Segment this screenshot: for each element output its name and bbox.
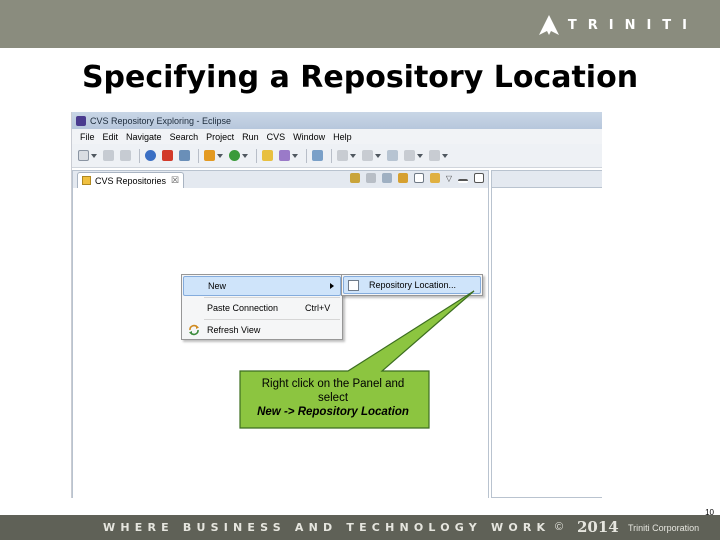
collapse-all-icon[interactable] (413, 173, 424, 183)
wand-icon[interactable] (279, 150, 290, 161)
server-icon[interactable] (179, 150, 190, 161)
menu-search[interactable]: Search (170, 132, 199, 142)
new-dropdown-icon[interactable] (91, 153, 97, 158)
eclipse-icon (76, 115, 86, 126)
debug-icon[interactable] (204, 150, 215, 161)
context-menu: New Paste Connection Ctrl+V Refresh View (181, 274, 343, 340)
window-title: CVS Repository Exploring - Eclipse (90, 115, 232, 126)
task-icon[interactable] (312, 150, 323, 161)
side-panel (491, 170, 602, 498)
add-repository-icon[interactable] (349, 173, 360, 183)
next-annotation-dropdown-icon[interactable] (375, 153, 381, 158)
menu-run[interactable]: Run (242, 132, 259, 142)
new-icon[interactable] (78, 150, 89, 161)
menu-edit[interactable]: Edit (103, 132, 119, 142)
main-toolbar (72, 144, 602, 168)
debug-dropdown-icon[interactable] (217, 153, 223, 158)
annotation-icon[interactable] (337, 150, 348, 161)
refresh-icon[interactable] (397, 173, 408, 183)
run-icon[interactable] (229, 150, 240, 161)
menu-project[interactable]: Project (206, 132, 234, 142)
save-icon[interactable] (103, 150, 114, 161)
link-icon[interactable] (429, 173, 440, 183)
back-icon[interactable] (404, 150, 415, 161)
back-nav-icon[interactable] (381, 173, 392, 183)
callout-line: select (317, 392, 349, 404)
refresh-arrows-icon (189, 324, 199, 336)
menu-bar: File Edit Navigate Search Project Run CV… (72, 129, 602, 144)
maximize-icon[interactable] (474, 173, 484, 183)
annotation-dropdown-icon[interactable] (350, 153, 356, 158)
submenu-new: Repository Location... (341, 274, 483, 296)
menu-navigate[interactable]: Navigate (126, 132, 162, 142)
callout-text: Right click on the Panel and select New … (240, 377, 426, 419)
brand: TRINITI (538, 13, 698, 37)
menu-cvs[interactable]: CVS (267, 132, 286, 142)
toolbar-divider (331, 148, 332, 163)
back-dropdown-icon[interactable] (417, 153, 423, 158)
callout-instruction: New -> Repository Location (257, 406, 409, 418)
menu-help[interactable]: Help (333, 132, 352, 142)
submenu-arrow-icon (330, 283, 334, 289)
forward-dropdown-icon[interactable] (442, 153, 448, 158)
menu-item-refresh-view[interactable]: Refresh View (183, 320, 341, 340)
minimize-icon[interactable] (458, 179, 468, 183)
view-toolbar: ▽ (344, 173, 484, 183)
header-bar: TRINITI (0, 0, 720, 48)
view-menu-icon[interactable]: ▽ (446, 174, 452, 183)
footer-tagline: WHERE BUSINESS AND TECHNOLOGY WORK (103, 521, 551, 534)
slide-title: Specifying a Repository Location (81, 60, 639, 95)
footer-company: Triniti Corporation (628, 523, 700, 533)
menu-item-new[interactable]: New (183, 276, 341, 296)
menu-item-label: Paste Connection (207, 303, 279, 313)
copyright-symbol: © (555, 521, 564, 533)
forward-icon[interactable] (429, 150, 440, 161)
menu-item-label: Repository Location... (369, 280, 457, 290)
toolbar-divider (306, 148, 307, 163)
menu-file[interactable]: File (80, 132, 95, 142)
callout-line: Right click on the Panel and (261, 378, 405, 390)
menu-item-repository-location[interactable]: Repository Location... (343, 276, 481, 294)
brand-name: TRINITI (567, 17, 698, 33)
globe-icon[interactable] (145, 150, 156, 161)
side-panel-header (491, 170, 602, 188)
triniti-logo-icon (538, 15, 559, 35)
menu-window[interactable]: Window (293, 132, 325, 142)
package-icon[interactable] (162, 150, 173, 161)
print-icon[interactable] (120, 150, 131, 161)
close-icon[interactable]: ☒ (171, 175, 179, 186)
view-tab-bar: CVS Repositories ☒ ▽ (72, 170, 489, 188)
last-edit-icon[interactable] (387, 150, 398, 161)
next-annotation-icon[interactable] (362, 150, 373, 161)
menu-item-shortcut: Ctrl+V (305, 303, 331, 313)
footer-year: 2014 (577, 518, 619, 536)
cvs-repositories-panel[interactable] (72, 188, 489, 498)
open-folder-icon[interactable] (262, 150, 273, 161)
toolbar-divider (256, 148, 257, 163)
tab-label: CVS Repositories (95, 175, 167, 186)
repository-location-icon (348, 280, 359, 291)
toolbar-divider (139, 148, 140, 163)
menu-item-paste-connection[interactable]: Paste Connection Ctrl+V (183, 298, 341, 318)
window-title-bar: CVS Repository Exploring - Eclipse (72, 112, 602, 129)
repository-icon (82, 176, 91, 185)
home-icon[interactable] (365, 173, 376, 183)
run-dropdown-icon[interactable] (242, 153, 248, 158)
wand-dropdown-icon[interactable] (292, 153, 298, 158)
menu-item-label: Refresh View (207, 325, 261, 335)
toolbar-divider (198, 148, 199, 163)
menu-item-label: New (208, 281, 227, 291)
tab-cvs-repositories[interactable]: CVS Repositories ☒ (77, 172, 185, 188)
footer-bar: WHERE BUSINESS AND TECHNOLOGY WORK © 201… (0, 515, 720, 540)
